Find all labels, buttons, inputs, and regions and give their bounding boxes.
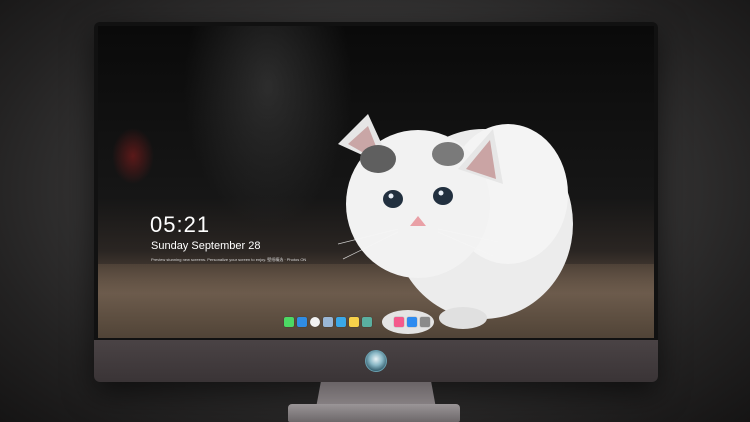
camera-icon[interactable] — [420, 317, 430, 327]
lock-screen-notice: Preview stunning new screens. Personaliz… — [151, 257, 307, 262]
dock-separator — [375, 322, 391, 323]
messages-icon[interactable] — [284, 317, 294, 327]
photos-icon[interactable] — [362, 317, 372, 327]
kitten-wallpaper-image — [337, 114, 573, 334]
brand-logo-icon — [365, 350, 387, 372]
lock-screen-date: Sunday September 28 — [151, 240, 261, 252]
monitor-stand-base — [288, 404, 460, 422]
music-icon[interactable] — [394, 317, 404, 327]
preview-icon[interactable] — [323, 317, 333, 327]
app-store-icon[interactable] — [407, 317, 417, 327]
desktop-screen: 05:21 Sunday September 28 Preview stunni… — [98, 26, 654, 338]
clock-icon[interactable] — [310, 317, 320, 327]
lock-screen-time: 05:21 — [150, 212, 211, 237]
clapper-icon[interactable] — [336, 317, 346, 327]
notes-icon[interactable] — [349, 317, 359, 327]
finder-icon[interactable] — [297, 317, 307, 327]
dock — [284, 317, 430, 327]
